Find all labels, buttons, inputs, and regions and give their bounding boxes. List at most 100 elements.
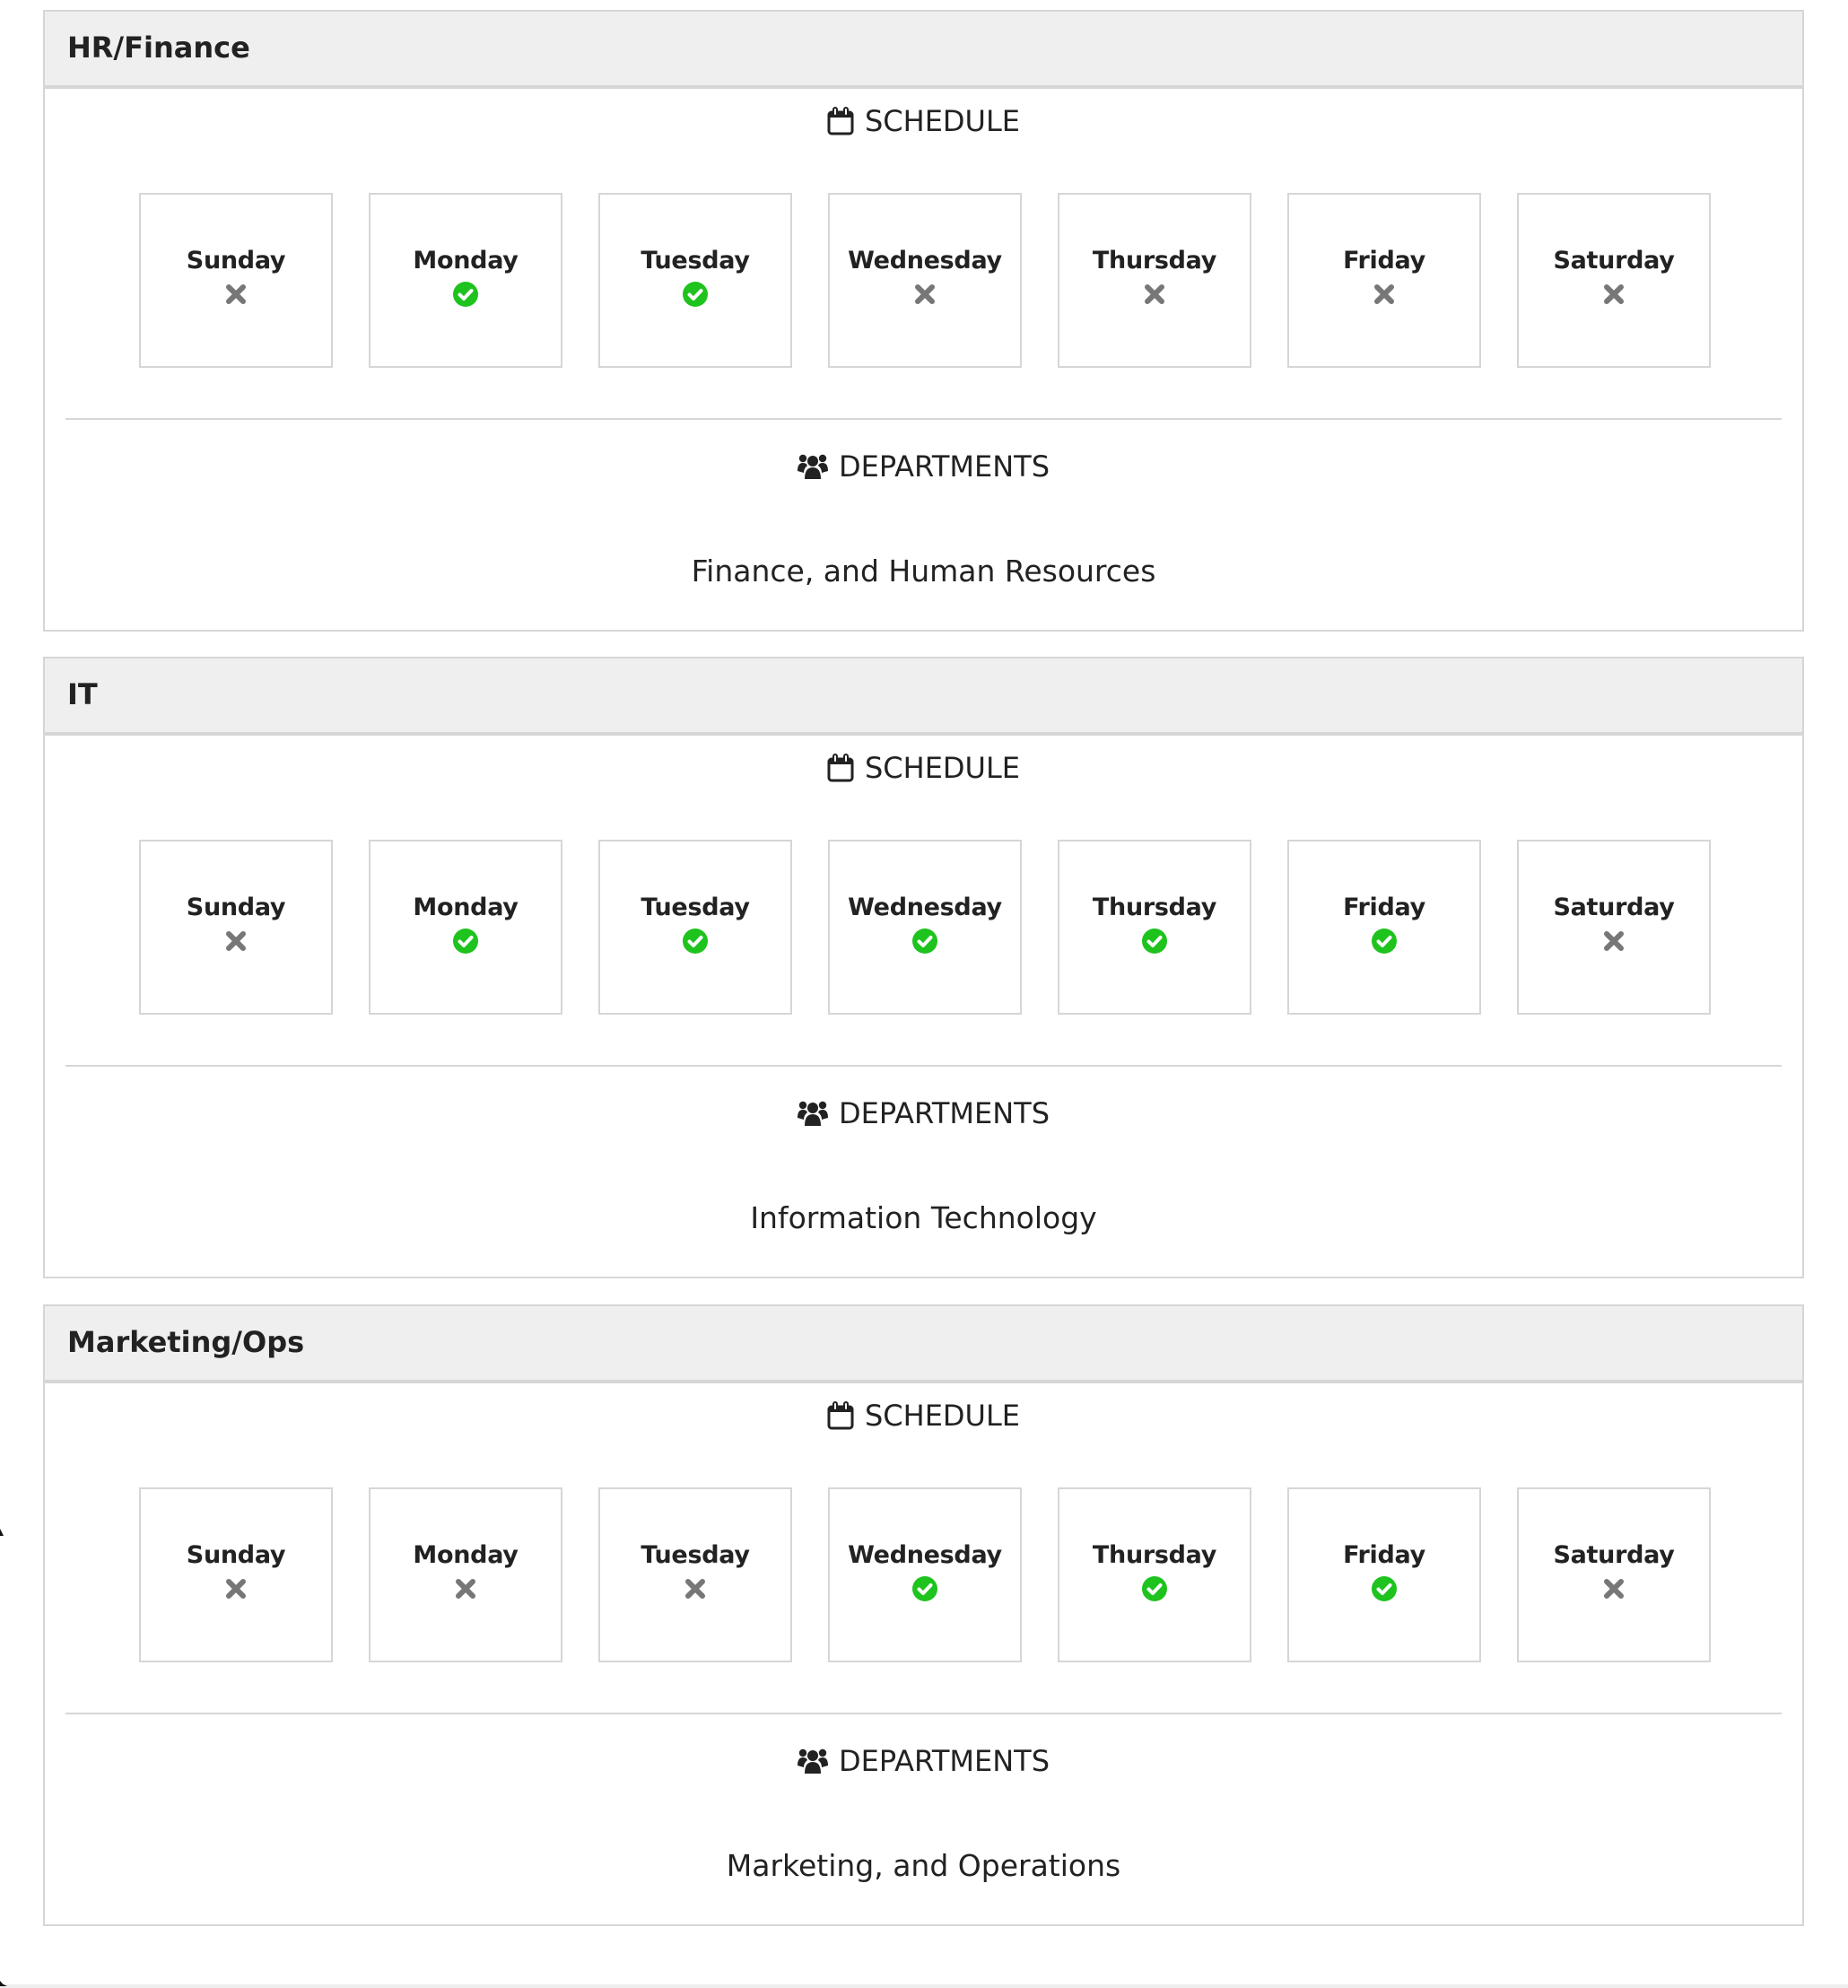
check-circle-icon <box>452 928 479 955</box>
panel-title: HR/Finance <box>67 31 250 65</box>
day-list: Sunday Monday Tuesday Wednesday Thursday Frid… <box>139 840 1711 1015</box>
team-panel-it: IT SCHEDULE Sunday Monday Tuesday Wednesday… <box>43 657 1804 1278</box>
calendar-icon <box>827 107 854 135</box>
section-divider <box>65 1065 1782 1067</box>
x-icon <box>1600 1575 1627 1602</box>
section-divider <box>65 1713 1782 1714</box>
panel-title: Marketing/Ops <box>67 1325 305 1359</box>
x-icon <box>222 1575 249 1602</box>
schedule-label: SCHEDULE <box>864 1399 1021 1433</box>
x-icon <box>682 1575 709 1602</box>
schedule-heading: SCHEDULE <box>45 103 1802 139</box>
day-card-friday: Friday <box>1287 1487 1481 1662</box>
day-name: Wednesday <box>848 247 1002 275</box>
x-icon <box>222 281 249 308</box>
day-card-tuesday: Tuesday <box>598 840 792 1015</box>
x-icon <box>1600 281 1627 308</box>
x-icon <box>452 1575 479 1602</box>
panel-title: IT <box>67 677 98 711</box>
day-name: Sunday <box>186 1541 286 1569</box>
check-circle-icon <box>1141 1575 1168 1602</box>
day-name: Wednesday <box>848 1541 1002 1569</box>
team-panel-hr-finance: HR/Finance SCHEDULE Sunday Monday Tuesday W… <box>43 10 1804 632</box>
day-list: Sunday Monday Tuesday Wednesday Thursday Frid… <box>139 193 1711 368</box>
departments-value: Finance, and Human Resources <box>691 554 1156 589</box>
x-icon <box>1600 928 1627 955</box>
day-card-sunday: Sunday <box>139 193 333 368</box>
departments-label: DEPARTMENTS <box>838 449 1050 484</box>
day-card-thursday: Thursday <box>1058 840 1251 1015</box>
day-name: Wednesday <box>848 894 1002 921</box>
schedule-label: SCHEDULE <box>864 751 1021 785</box>
day-card-wednesday: Wednesday <box>828 840 1022 1015</box>
calendar-icon <box>827 754 854 782</box>
day-name: Monday <box>413 1541 519 1569</box>
day-card-friday: Friday <box>1287 193 1481 368</box>
check-circle-icon <box>1371 928 1398 955</box>
team-panel-marketing-ops: Marketing/Ops SCHEDULE Sunday Monday Tuesd… <box>43 1304 1804 1926</box>
calendar-icon <box>827 1401 854 1430</box>
panel-header: Marketing/Ops <box>45 1306 1802 1383</box>
day-list: Sunday Monday Tuesday Wednesday Thursday Frid… <box>139 1487 1711 1662</box>
day-card-saturday: Saturday <box>1517 840 1711 1015</box>
day-name: Thursday <box>1092 1541 1217 1569</box>
day-name: Friday <box>1343 1541 1425 1569</box>
day-name: Thursday <box>1092 247 1217 275</box>
panel-header: HR/Finance <box>45 12 1802 89</box>
cursor-artifact <box>0 1529 4 1536</box>
day-name: Friday <box>1343 894 1425 921</box>
day-card-saturday: Saturday <box>1517 193 1711 368</box>
users-icon <box>797 1100 828 1127</box>
x-icon <box>911 281 938 308</box>
day-name: Monday <box>413 894 519 921</box>
check-circle-icon <box>682 928 709 955</box>
users-icon <box>797 453 828 480</box>
check-circle-icon <box>1371 1575 1398 1602</box>
departments-label: DEPARTMENTS <box>838 1096 1050 1130</box>
day-name: Friday <box>1343 247 1425 275</box>
day-name: Tuesday <box>641 247 750 275</box>
day-name: Saturday <box>1553 247 1675 275</box>
day-card-thursday: Thursday <box>1058 193 1251 368</box>
x-icon <box>222 928 249 955</box>
day-card-sunday: Sunday <box>139 1487 333 1662</box>
bottom-scrollbar-edge <box>0 1984 1848 1988</box>
day-card-monday: Monday <box>369 193 562 368</box>
day-card-saturday: Saturday <box>1517 1487 1711 1662</box>
section-divider <box>65 418 1782 420</box>
departments-value: Marketing, and Operations <box>726 1848 1121 1883</box>
day-card-sunday: Sunday <box>139 840 333 1015</box>
departments-label: DEPARTMENTS <box>838 1744 1050 1778</box>
departments-value: Information Technology <box>750 1200 1097 1235</box>
schedule-label: SCHEDULE <box>864 104 1021 138</box>
day-name: Sunday <box>186 247 286 275</box>
schedule-heading: SCHEDULE <box>45 1398 1802 1434</box>
day-card-wednesday: Wednesday <box>828 1487 1022 1662</box>
day-card-monday: Monday <box>369 1487 562 1662</box>
day-card-thursday: Thursday <box>1058 1487 1251 1662</box>
day-card-tuesday: Tuesday <box>598 193 792 368</box>
day-name: Tuesday <box>641 1541 750 1569</box>
day-name: Monday <box>413 247 519 275</box>
day-name: Tuesday <box>641 894 750 921</box>
check-circle-icon <box>682 281 709 308</box>
day-name: Saturday <box>1553 1541 1675 1569</box>
day-name: Sunday <box>186 894 286 921</box>
day-name: Saturday <box>1553 894 1675 921</box>
day-name: Thursday <box>1092 894 1217 921</box>
check-circle-icon <box>911 1575 938 1602</box>
x-icon <box>1371 281 1398 308</box>
day-card-friday: Friday <box>1287 840 1481 1015</box>
users-icon <box>797 1748 828 1774</box>
departments-heading: DEPARTMENTS <box>45 1743 1802 1779</box>
departments-heading: DEPARTMENTS <box>45 1095 1802 1131</box>
check-circle-icon <box>452 281 479 308</box>
x-icon <box>1141 281 1168 308</box>
day-card-monday: Monday <box>369 840 562 1015</box>
schedule-heading: SCHEDULE <box>45 750 1802 786</box>
panel-header: IT <box>45 658 1802 736</box>
check-circle-icon <box>911 928 938 955</box>
check-circle-icon <box>1141 928 1168 955</box>
departments-heading: DEPARTMENTS <box>45 449 1802 484</box>
day-card-wednesday: Wednesday <box>828 193 1022 368</box>
